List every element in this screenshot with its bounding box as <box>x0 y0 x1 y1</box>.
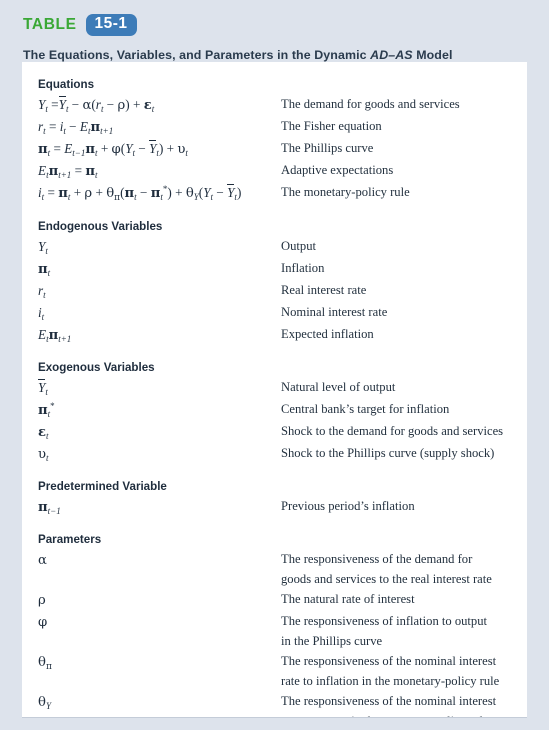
parameter-symbol: θY <box>38 695 51 711</box>
table-row: Etπt+1 Expected inflation <box>38 324 527 346</box>
table-row: υt Shock to the Phillips curve (supply s… <box>38 443 527 465</box>
row-description-line1: The responsiveness of the nominal intere… <box>281 654 497 668</box>
row-description: The monetary-policy rule <box>281 185 410 199</box>
variable-symbol: εt <box>38 425 49 441</box>
table-row: rt Real interest rate <box>38 280 527 302</box>
variable-symbol: υt <box>38 447 49 463</box>
row-description-line1: The responsiveness of the demand for <box>281 552 473 566</box>
table-row: it Nominal interest rate <box>38 302 527 324</box>
parameter-symbol: α <box>38 553 47 568</box>
table-row: rt = it − Etπt+1 The Fisher equation <box>38 116 527 138</box>
row-description: The responsiveness of inflation to outpu… <box>281 611 527 651</box>
table-row: φ The responsiveness of inflation to out… <box>38 611 527 651</box>
equation-symbol: Etπt+1 = πt <box>38 163 98 180</box>
table-row: Yt Natural level of output <box>38 377 527 399</box>
parameter-symbol: θπ <box>38 655 52 672</box>
equation-symbol: Yt =Yt − α(rt − ρ) + εt <box>38 96 155 114</box>
section-heading-exogenous-variables: Exogenous Variables <box>38 361 155 374</box>
section-heading-parameters: Parameters <box>38 533 102 546</box>
row-description-line1: The responsiveness of the nominal intere… <box>281 694 497 708</box>
table-row: α The responsiveness of the demand for g… <box>38 549 527 589</box>
row-description: Nominal interest rate <box>281 305 388 319</box>
row-description: Real interest rate <box>281 283 367 297</box>
table-row: θπ The responsiveness of the nominal int… <box>38 651 527 691</box>
row-description: The natural rate of interest <box>281 589 527 610</box>
table-row: Yt =Yt − α(rt − ρ) + εt The demand for g… <box>38 94 527 116</box>
row-description-line2: rate to output in the monetary-policy ru… <box>281 712 527 718</box>
row-description: The Fisher equation <box>281 119 382 133</box>
table-title-italic: AD–AS <box>370 48 413 62</box>
row-description: Inflation <box>281 261 325 275</box>
row-description: The Phillips curve <box>281 141 374 155</box>
table-panel: Equations Yt =Yt − α(rt − ρ) + εt The de… <box>22 62 527 718</box>
section-heading-equations: Equations <box>38 78 95 91</box>
variable-symbol: πt−1 <box>38 500 61 516</box>
table-title: The Equations, Variables, and Parameters… <box>0 37 549 62</box>
row-description-line2: rate to inflation in the monetary-policy… <box>281 673 500 688</box>
section-heading-predetermined-variable: Predetermined Variable <box>38 480 167 493</box>
row-description: Shock to the Phillips curve (supply shoc… <box>281 446 495 460</box>
row-description: Adaptive expectations <box>281 163 394 177</box>
row-description: The demand for goods and services <box>281 97 460 111</box>
row-description: Central bank’s target for inflation <box>281 402 450 416</box>
table-row: Yt Output <box>38 236 527 258</box>
variable-symbol: it <box>38 305 45 322</box>
variable-symbol: Etπt+1 <box>38 327 72 344</box>
table-row: εt Shock to the demand for goods and ser… <box>38 421 527 443</box>
row-description: The responsiveness of the demand for goo… <box>281 549 527 589</box>
variable-symbol: Yt <box>38 239 48 256</box>
row-description-line1: The responsiveness of inflation to outpu… <box>281 614 488 628</box>
table-number-badge: 15-1 <box>85 14 137 36</box>
section-heading-endogenous-variables: Endogenous Variables <box>38 220 163 233</box>
equation-symbol: it = πt + ρ + θπ(πt − πt*) + θY(Yt − Yt) <box>38 184 242 203</box>
variable-symbol: πt* <box>38 401 55 419</box>
row-description: The responsiveness of the nominal intere… <box>281 651 527 691</box>
row-description: The responsiveness of the nominal intere… <box>281 691 527 718</box>
table-label: TABLE <box>23 16 77 33</box>
row-description: Output <box>281 239 316 253</box>
table-title-post: Model <box>412 48 453 62</box>
table-row: ρ The natural rate of interest <box>38 589 527 611</box>
table-row: θY The responsiveness of the nominal int… <box>38 691 527 718</box>
row-description-line2: goods and services to the real interest … <box>281 571 492 586</box>
variable-symbol: Yt <box>38 379 48 397</box>
table-figure: TABLE 15-1 The Equations, Variables, and… <box>0 0 549 730</box>
row-description: Natural level of output <box>281 380 396 394</box>
table-row: πt−1 Previous period’s inflation <box>38 496 527 518</box>
table-row: Etπt+1 = πt Adaptive expectations <box>38 160 527 182</box>
table-row: it = πt + ρ + θπ(πt − πt*) + θY(Yt − Yt)… <box>38 182 527 205</box>
variable-symbol: πt <box>38 262 51 278</box>
table-row: πt* Central bank’s target for inflation <box>38 399 527 421</box>
equation-symbol: πt = Et−1πt + φ(Yt − Yt) + υt <box>38 140 188 158</box>
parameter-symbol: φ <box>38 615 48 630</box>
row-description: Previous period’s inflation <box>281 499 415 513</box>
row-description: Shock to the demand for goods and servic… <box>281 424 504 438</box>
row-description: Expected inflation <box>281 327 374 341</box>
parameter-symbol: ρ <box>38 593 46 608</box>
table-row: πt Inflation <box>38 258 527 280</box>
table-caption-row: TABLE 15-1 <box>0 0 549 37</box>
row-description-line1: The natural rate of interest <box>281 592 415 606</box>
row-description-line2: in the Phillips curve <box>281 633 383 648</box>
variable-symbol: rt <box>38 283 46 300</box>
table-row: πt = Et−1πt + φ(Yt − Yt) + υt The Philli… <box>38 138 527 160</box>
equation-symbol: rt = it − Etπt+1 <box>38 119 114 136</box>
table-title-pre: The Equations, Variables, and Parameters… <box>23 48 371 62</box>
